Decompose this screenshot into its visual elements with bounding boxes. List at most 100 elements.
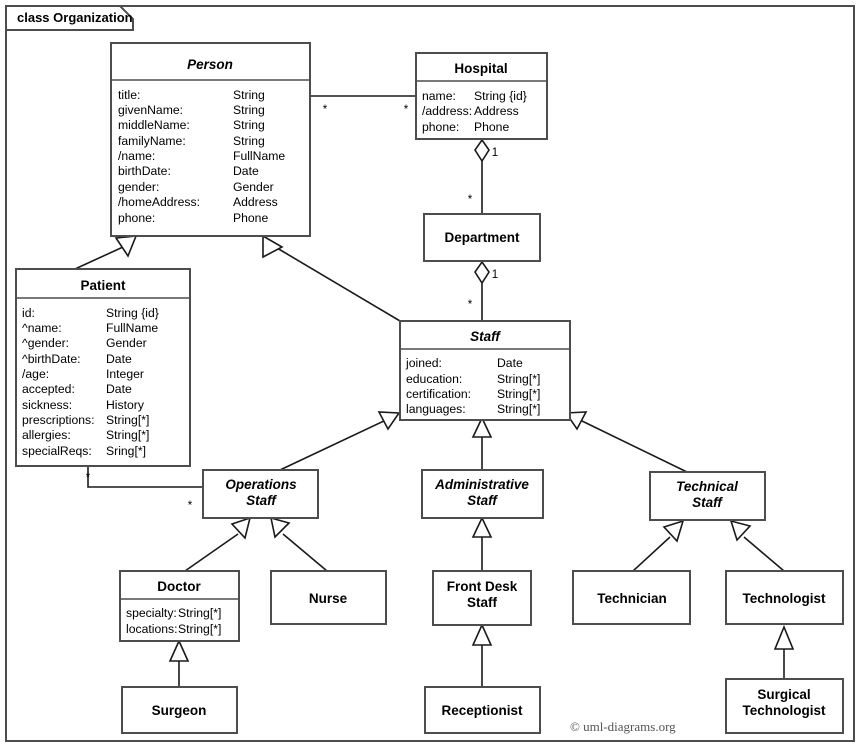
mult-department-staff-staff-end: * — [468, 299, 473, 311]
class-person-name: Person — [187, 57, 233, 72]
gen-doctor-operations-arrow — [230, 516, 252, 540]
class-person-attr-name-6: gender: — [118, 180, 159, 194]
uml-class-diagram: class Organization * * 1 * 1 * * * Perso… — [0, 0, 860, 747]
class-person-attr-type-7: Address — [233, 195, 278, 209]
class-operations-staff-name-line2: Staff — [246, 493, 277, 508]
class-person-attr-name-1: givenName: — [118, 103, 183, 117]
aggregation-diamond-hospital — [474, 138, 490, 163]
class-doctor-attr-type-1: String[*] — [178, 622, 221, 636]
class-front-desk-staff-name-line1: Front Desk — [447, 579, 518, 594]
class-nurse-name: Nurse — [309, 591, 348, 606]
class-staff-attr-type-1: String[*] — [497, 372, 540, 386]
class-technologist-name: Technologist — [743, 591, 827, 606]
class-surgical-technologist-name-line1: Surgical — [757, 687, 810, 702]
class-surgical-technologist-name-line2: Technologist — [743, 703, 827, 718]
class-technologist[interactable]: Technologist — [725, 570, 844, 625]
class-person-attr-name-5: birthDate: — [118, 164, 171, 178]
class-person-attr-type-3: String — [233, 134, 265, 148]
gen-technician-technical-line — [632, 536, 671, 572]
class-front-desk-staff[interactable]: Front Desk Staff — [432, 570, 532, 626]
class-patient-attr-name-0: id: — [22, 306, 35, 320]
class-patient-attr-type-2: Gender — [106, 336, 147, 350]
class-hospital-attr-name-1: /address: — [422, 104, 472, 118]
class-patient-attr-type-0: String {id} — [106, 306, 159, 320]
class-person-attr-name-7: /homeAddress: — [118, 195, 200, 209]
class-person-attr-name-4: /name: — [118, 149, 155, 163]
assoc-patient-operations — [87, 466, 203, 488]
class-person-attr-name-3: familyName: — [118, 134, 186, 148]
class-staff-name: Staff — [470, 329, 501, 344]
class-patient-attr-name-1: ^name: — [22, 321, 62, 335]
class-staff-attr-type-3: String[*] — [497, 402, 540, 416]
gen-surgeon-doctor-arrow — [168, 639, 190, 662]
class-doctor-attr-type-0: String[*] — [178, 606, 221, 620]
gen-technologist-technical-arrow — [729, 519, 752, 542]
mult-person-hospital-person-end: * — [323, 104, 328, 116]
class-patient-attr-type-6: History — [106, 398, 145, 412]
class-surgeon[interactable]: Surgeon — [121, 686, 238, 734]
class-front-desk-staff-name-line2: Staff — [467, 595, 498, 610]
class-receptionist-name: Receptionist — [441, 703, 523, 718]
class-hospital-attr-type-1: Address — [474, 104, 519, 118]
credit-text: © uml-diagrams.org — [570, 719, 676, 734]
class-patient-attr-name-5: accepted: — [22, 382, 75, 396]
class-patient-attr-type-3: Date — [106, 352, 132, 366]
class-staff-attr-name-3: languages: — [406, 402, 466, 416]
gen-surgicaltech-technologist-arrow — [773, 624, 795, 650]
class-patient-attr-type-1: FullName — [106, 321, 158, 335]
gen-operations-staff-arrow — [377, 411, 401, 431]
class-patient-attr-name-4: /age: — [22, 367, 49, 381]
mult-hospital-department-hospital-end: 1 — [492, 147, 498, 159]
class-patient-attr-type-4: Integer — [106, 367, 144, 381]
gen-technician-technical-arrow — [662, 519, 685, 543]
class-administrative-staff-name-line2: Staff — [467, 493, 498, 508]
class-person[interactable]: Person title: String givenName: String m… — [110, 42, 311, 237]
gen-receptionist-frontdesk-arrow — [471, 623, 493, 646]
class-patient-attr-type-7: String[*] — [106, 413, 149, 427]
class-person-attr-type-2: String — [233, 118, 265, 132]
class-doctor[interactable]: Doctor specialty: String[*] locations: S… — [119, 570, 240, 642]
class-patient[interactable]: Patient id: String {id} ^name: FullName … — [15, 268, 191, 467]
mult-department-staff-department-end: 1 — [492, 269, 498, 281]
gen-patient-person-line — [74, 246, 124, 270]
class-patient-attr-name-2: ^gender: — [22, 336, 69, 350]
class-staff-attr-name-0: joined: — [405, 356, 442, 370]
gen-patient-person-arrow — [114, 235, 138, 258]
frame-label: class Organization — [17, 10, 133, 25]
class-staff-attr-type-0: Date — [497, 356, 523, 370]
class-person-attr-type-1: String — [233, 103, 265, 117]
class-doctor-attr-name-0: specialty: — [126, 606, 177, 620]
class-department-name: Department — [444, 230, 520, 245]
class-surgical-technologist[interactable]: Surgical Technologist — [725, 678, 844, 734]
class-administrative-staff[interactable]: Administrative Staff — [421, 469, 544, 519]
class-person-attr-type-6: Gender — [233, 180, 274, 194]
class-technical-staff[interactable]: Technical Staff — [649, 471, 766, 521]
class-hospital[interactable]: Hospital name: String {id} /address: Add… — [415, 52, 548, 140]
class-person-attr-type-4: FullName — [233, 149, 285, 163]
mult-patient-operations-patient-end: * — [86, 472, 91, 484]
gen-operations-staff-line — [279, 419, 387, 471]
class-hospital-attr-type-0: String {id} — [474, 89, 527, 103]
class-patient-attr-type-5: Date — [106, 382, 132, 396]
class-receptionist[interactable]: Receptionist — [424, 686, 541, 734]
aggregation-diamond-department — [474, 260, 490, 285]
class-patient-attr-name-6: sickness: — [22, 398, 72, 412]
class-staff-attr-name-2: certification: — [406, 387, 471, 401]
class-nurse[interactable]: Nurse — [270, 570, 387, 625]
class-hospital-attr-name-2: phone: — [422, 120, 459, 134]
class-technician[interactable]: Technician — [572, 570, 691, 625]
class-operations-staff[interactable]: Operations Staff — [202, 469, 319, 519]
class-doctor-attr-name-1: locations: — [126, 622, 178, 636]
class-person-attr-name-0: title: — [118, 88, 140, 102]
gen-nurse-operations-arrow — [269, 516, 291, 539]
class-hospital-name: Hospital — [454, 61, 507, 76]
class-staff[interactable]: Staff joined: Date education: String[*] … — [399, 320, 571, 421]
class-technician-name: Technician — [597, 591, 667, 606]
mult-hospital-department-department-end: * — [468, 194, 473, 206]
class-operations-staff-name-line1: Operations — [225, 477, 297, 492]
gen-doctor-operations-line — [184, 533, 239, 572]
gen-staff-person-line — [276, 247, 401, 322]
gen-technical-staff-line — [579, 419, 688, 473]
class-hospital-attr-name-0: name: — [422, 89, 456, 103]
class-department[interactable]: Department — [423, 213, 541, 262]
